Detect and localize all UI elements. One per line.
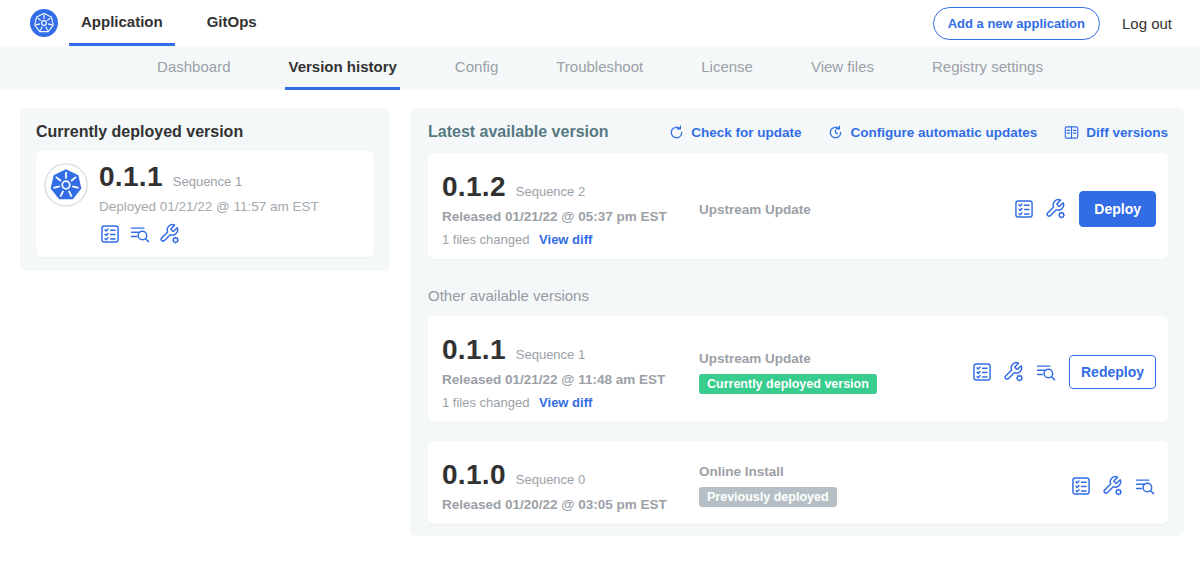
- top-tabs: Application GitOps: [69, 0, 269, 46]
- tab-application[interactable]: Application: [69, 0, 175, 46]
- subtab-license[interactable]: License: [698, 46, 756, 90]
- released-timestamp: Released 01/21/22 @ 05:37 pm EST: [442, 209, 699, 224]
- logout-button[interactable]: Log out: [1122, 15, 1172, 32]
- add-application-button[interactable]: Add a new application: [933, 7, 1100, 40]
- files-changed: 1 files changed: [442, 395, 529, 410]
- version-number: 0.1.2: [442, 171, 506, 203]
- version-sequence: Sequence 2: [516, 184, 585, 199]
- version-card-0-1-2: 0.1.2 Sequence 2 Released 01/21/22 @ 05:…: [428, 153, 1168, 259]
- release-notes-icon[interactable]: [99, 223, 121, 245]
- release-notes-icon[interactable]: [1070, 475, 1092, 497]
- release-notes-icon[interactable]: [971, 361, 993, 383]
- files-changed: 1 files changed: [442, 232, 529, 247]
- deploy-logs-icon[interactable]: [1134, 475, 1156, 497]
- version-history-panel: Latest available version Check for updat…: [410, 108, 1184, 536]
- currently-deployed-badge: Currently deployed version: [699, 374, 877, 394]
- refresh-icon: [668, 124, 685, 141]
- version-card-0-1-1: 0.1.1 Sequence 1 Released 01/21/22 @ 11:…: [428, 316, 1168, 422]
- version-card-0-1-0: 0.1.0 Sequence 0 Released 01/20/22 @ 03:…: [428, 441, 1168, 524]
- version-sequence: Sequence 1: [516, 347, 585, 362]
- redeploy-button[interactable]: Redeploy: [1069, 355, 1156, 389]
- subtab-config[interactable]: Config: [452, 46, 501, 90]
- kubernetes-logo-icon: [30, 0, 58, 46]
- subtab-registry-settings[interactable]: Registry settings: [929, 46, 1046, 90]
- diff-icon: [1063, 124, 1080, 141]
- previously-deployed-badge: Previously deployed: [699, 487, 837, 507]
- deploy-logs-icon[interactable]: [1035, 361, 1057, 383]
- view-diff-link[interactable]: View diff: [539, 232, 592, 247]
- deploy-logs-icon[interactable]: [129, 223, 151, 245]
- deployed-version-card: 0.1.1 Sequence 1 Deployed 01/21/22 @ 11:…: [36, 151, 374, 257]
- top-nav: Application GitOps Add a new application…: [0, 0, 1200, 46]
- subtab-view-files[interactable]: View files: [808, 46, 877, 90]
- tab-gitops[interactable]: GitOps: [195, 0, 269, 46]
- version-number: 0.1.1: [442, 334, 506, 366]
- subtab-troubleshoot[interactable]: Troubleshoot: [553, 46, 646, 90]
- app-subnav: Dashboard Version history Config Trouble…: [0, 46, 1200, 90]
- check-for-update-link[interactable]: Check for update: [668, 124, 801, 141]
- version-source: Online Install: [699, 464, 1070, 479]
- currently-deployed-title: Currently deployed version: [36, 123, 374, 141]
- deployed-version-number: 0.1.1: [99, 161, 163, 193]
- other-versions-title: Other available versions: [428, 287, 1168, 304]
- released-timestamp: Released 01/20/22 @ 03:05 pm EST: [442, 497, 699, 512]
- deploy-button[interactable]: Deploy: [1079, 191, 1156, 227]
- deployed-sequence: Sequence 1: [173, 174, 242, 189]
- diff-versions-link[interactable]: Diff versions: [1063, 124, 1168, 141]
- deployed-timestamp: Deployed 01/21/22 @ 11:57 am EST: [99, 199, 319, 214]
- version-number: 0.1.0: [442, 459, 506, 491]
- subtab-version-history[interactable]: Version history: [285, 46, 399, 90]
- schedule-icon: [827, 124, 844, 141]
- version-source: Upstream Update: [699, 351, 971, 366]
- main-content: Currently deployed version 0.1.1 Sequenc…: [20, 108, 1184, 536]
- view-diff-link[interactable]: View diff: [539, 395, 592, 410]
- edit-config-icon[interactable]: [1045, 198, 1067, 220]
- app-logo-icon: [44, 163, 88, 207]
- subtab-dashboard[interactable]: Dashboard: [154, 46, 233, 90]
- check-for-update-label: Check for update: [691, 125, 801, 140]
- edit-config-icon[interactable]: [1102, 475, 1124, 497]
- latest-version-title: Latest available version: [428, 123, 609, 141]
- configure-automatic-updates-link[interactable]: Configure automatic updates: [827, 124, 1037, 141]
- release-notes-icon[interactable]: [1013, 198, 1035, 220]
- diff-versions-label: Diff versions: [1086, 125, 1168, 140]
- edit-config-icon[interactable]: [159, 223, 181, 245]
- version-sequence: Sequence 0: [516, 472, 585, 487]
- configure-automatic-updates-label: Configure automatic updates: [850, 125, 1037, 140]
- version-source: Upstream Update: [699, 202, 1013, 217]
- currently-deployed-panel: Currently deployed version 0.1.1 Sequenc…: [20, 108, 390, 271]
- released-timestamp: Released 01/21/22 @ 11:48 am EST: [442, 372, 699, 387]
- edit-config-icon[interactable]: [1003, 361, 1025, 383]
